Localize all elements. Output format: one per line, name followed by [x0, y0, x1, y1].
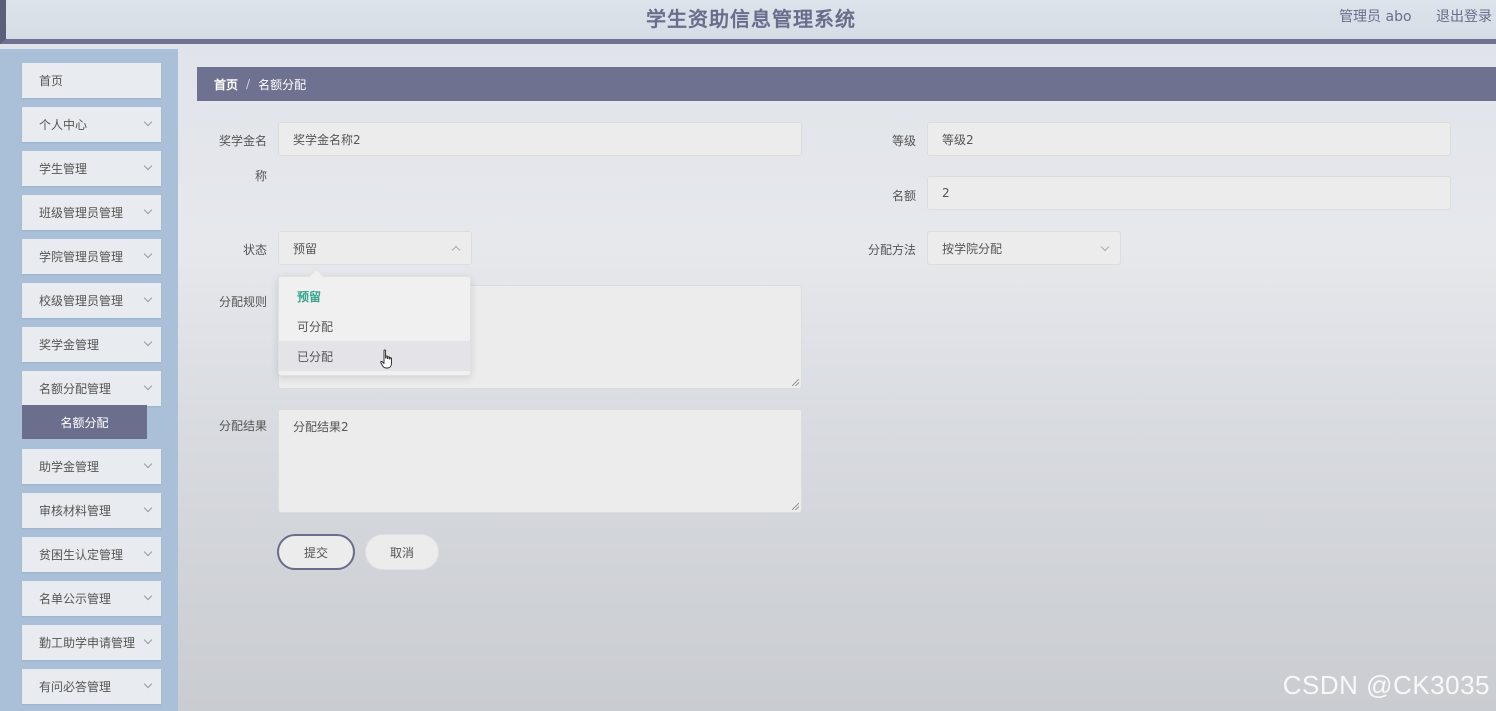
sidebar-item-review-materials[interactable]: 审核材料管理 — [22, 493, 161, 528]
quota-label: 名额 — [891, 189, 916, 203]
status-select[interactable]: 预留 — [278, 231, 472, 265]
method-label: 分配方法 — [867, 243, 916, 257]
status-option-reserved[interactable]: 预留 — [279, 281, 470, 311]
status-option-allocatable[interactable]: 可分配 — [279, 311, 470, 341]
sidebar-item-college-admins[interactable]: 学院管理员管理 — [22, 239, 161, 274]
sidebar-item-personal-center[interactable]: 个人中心 — [22, 107, 161, 142]
scholarship-name-field[interactable]: 奖学金名称2 — [278, 122, 802, 156]
resize-handle-icon[interactable] — [792, 379, 799, 386]
sidebar-item-home[interactable]: 首页 — [22, 63, 161, 98]
sidebar-item-label: 名额分配管理 — [39, 382, 112, 396]
cancel-button[interactable]: 取消 — [365, 534, 439, 570]
sidebar-item-work-study[interactable]: 勤工助学申请管理 — [22, 625, 161, 660]
breadcrumb-home[interactable]: 首页 — [214, 76, 238, 93]
status-label: 状态 — [242, 243, 267, 257]
level-value: 等级2 — [942, 132, 974, 147]
sidebar-item-label: 有问必答管理 — [39, 680, 112, 694]
sidebar-item-label: 班级管理员管理 — [39, 206, 124, 220]
scholarship-name-label: 奖学金名 — [218, 134, 267, 148]
scholarship-name-value: 奖学金名称2 — [293, 132, 361, 147]
method-select[interactable]: 按学院分配 — [927, 231, 1121, 265]
sidebar-item-quota-allocation[interactable]: 名额分配管理 — [22, 371, 161, 406]
sidebar-item-school-admins[interactable]: 校级管理员管理 — [22, 283, 161, 318]
status-option-allocated[interactable]: 已分配 — [279, 341, 470, 371]
scholarship-name-label-wrap: 称 — [254, 169, 267, 183]
sidebar-item-label: 贫困生认定管理 — [39, 548, 124, 562]
chevron-down-icon — [143, 591, 153, 601]
breadcrumb-separator: / — [246, 77, 251, 91]
chevron-down-icon — [143, 459, 153, 469]
level-field[interactable]: 等级2 — [927, 122, 1451, 156]
chevron-down-icon — [143, 679, 153, 689]
chevron-down-icon — [143, 205, 153, 215]
sidebar-item-label: 学院管理员管理 — [39, 250, 124, 264]
sidebar-item-label: 审核材料管理 — [39, 504, 112, 518]
result-label: 分配结果 — [218, 419, 267, 433]
hand-cursor-icon — [380, 349, 392, 369]
chevron-down-icon — [143, 293, 153, 303]
sidebar-item-label: 个人中心 — [39, 118, 88, 132]
breadcrumb: 首页 / 名额分配 — [197, 67, 1496, 101]
breadcrumb-current: 名额分配 — [258, 77, 307, 92]
chevron-down-icon — [143, 635, 153, 645]
sidebar-item-label: 勤工助学申请管理 — [39, 636, 136, 650]
quota-field[interactable]: 2 — [927, 176, 1451, 210]
method-select-value: 按学院分配 — [942, 241, 1003, 256]
status-select-value: 预留 — [293, 241, 318, 256]
sidebar-item-grants[interactable]: 助学金管理 — [22, 449, 161, 484]
rule-label: 分配规则 — [218, 295, 267, 309]
sidebar-item-public-list[interactable]: 名单公示管理 — [22, 581, 161, 616]
chevron-down-icon — [143, 503, 153, 513]
sidebar-item-qa[interactable]: 有问必答管理 — [22, 669, 161, 704]
sidebar-item-label: 首页 — [39, 74, 64, 88]
resize-handle-icon[interactable] — [792, 503, 799, 510]
chevron-down-icon — [143, 161, 153, 171]
sidebar: 首页 个人中心 学生管理 班级管理员管理 学院管理员管理 校级管理员管理 奖学金… — [0, 49, 178, 711]
sidebar-item-label: 奖学金管理 — [39, 338, 100, 352]
logout-link[interactable]: 退出登录 — [1436, 9, 1492, 25]
level-label: 等级 — [891, 134, 916, 148]
top-header: 学生资助信息管理系统 管理员 abo 退出登录 — [0, 0, 1496, 44]
sidebar-item-label: 名单公示管理 — [39, 592, 112, 606]
sidebar-subitem-quota-allocation[interactable]: 名额分配 — [22, 405, 147, 439]
chevron-down-icon — [1100, 242, 1110, 252]
chevron-down-icon — [143, 249, 153, 259]
chevron-down-icon — [143, 381, 153, 391]
sidebar-item-label: 助学金管理 — [39, 460, 100, 474]
sidebar-item-students[interactable]: 学生管理 — [22, 151, 161, 186]
watermark: CSDN @CK3035 — [1282, 670, 1490, 700]
result-textarea[interactable]: 分配结果2 — [278, 409, 802, 513]
submit-button[interactable]: 提交 — [277, 534, 355, 570]
quota-value: 2 — [942, 186, 950, 200]
sidebar-item-label: 校级管理员管理 — [39, 294, 124, 308]
sidebar-item-label: 学生管理 — [39, 162, 88, 176]
status-dropdown-menu: 预留 可分配 已分配 — [278, 276, 471, 376]
chevron-up-icon — [451, 245, 461, 255]
app-title: 学生资助信息管理系统 — [646, 7, 856, 31]
sidebar-item-poverty-identification[interactable]: 贫困生认定管理 — [22, 537, 161, 572]
sidebar-item-scholarships[interactable]: 奖学金管理 — [22, 327, 161, 362]
result-value: 分配结果2 — [293, 420, 349, 434]
chevron-down-icon — [143, 337, 153, 347]
sidebar-item-class-admins[interactable]: 班级管理员管理 — [22, 195, 161, 230]
chevron-down-icon — [143, 117, 153, 127]
current-user: 管理员 abo — [1339, 9, 1412, 25]
chevron-down-icon — [143, 547, 153, 557]
header-user-area: 管理员 abo 退出登录 — [1319, 6, 1492, 26]
